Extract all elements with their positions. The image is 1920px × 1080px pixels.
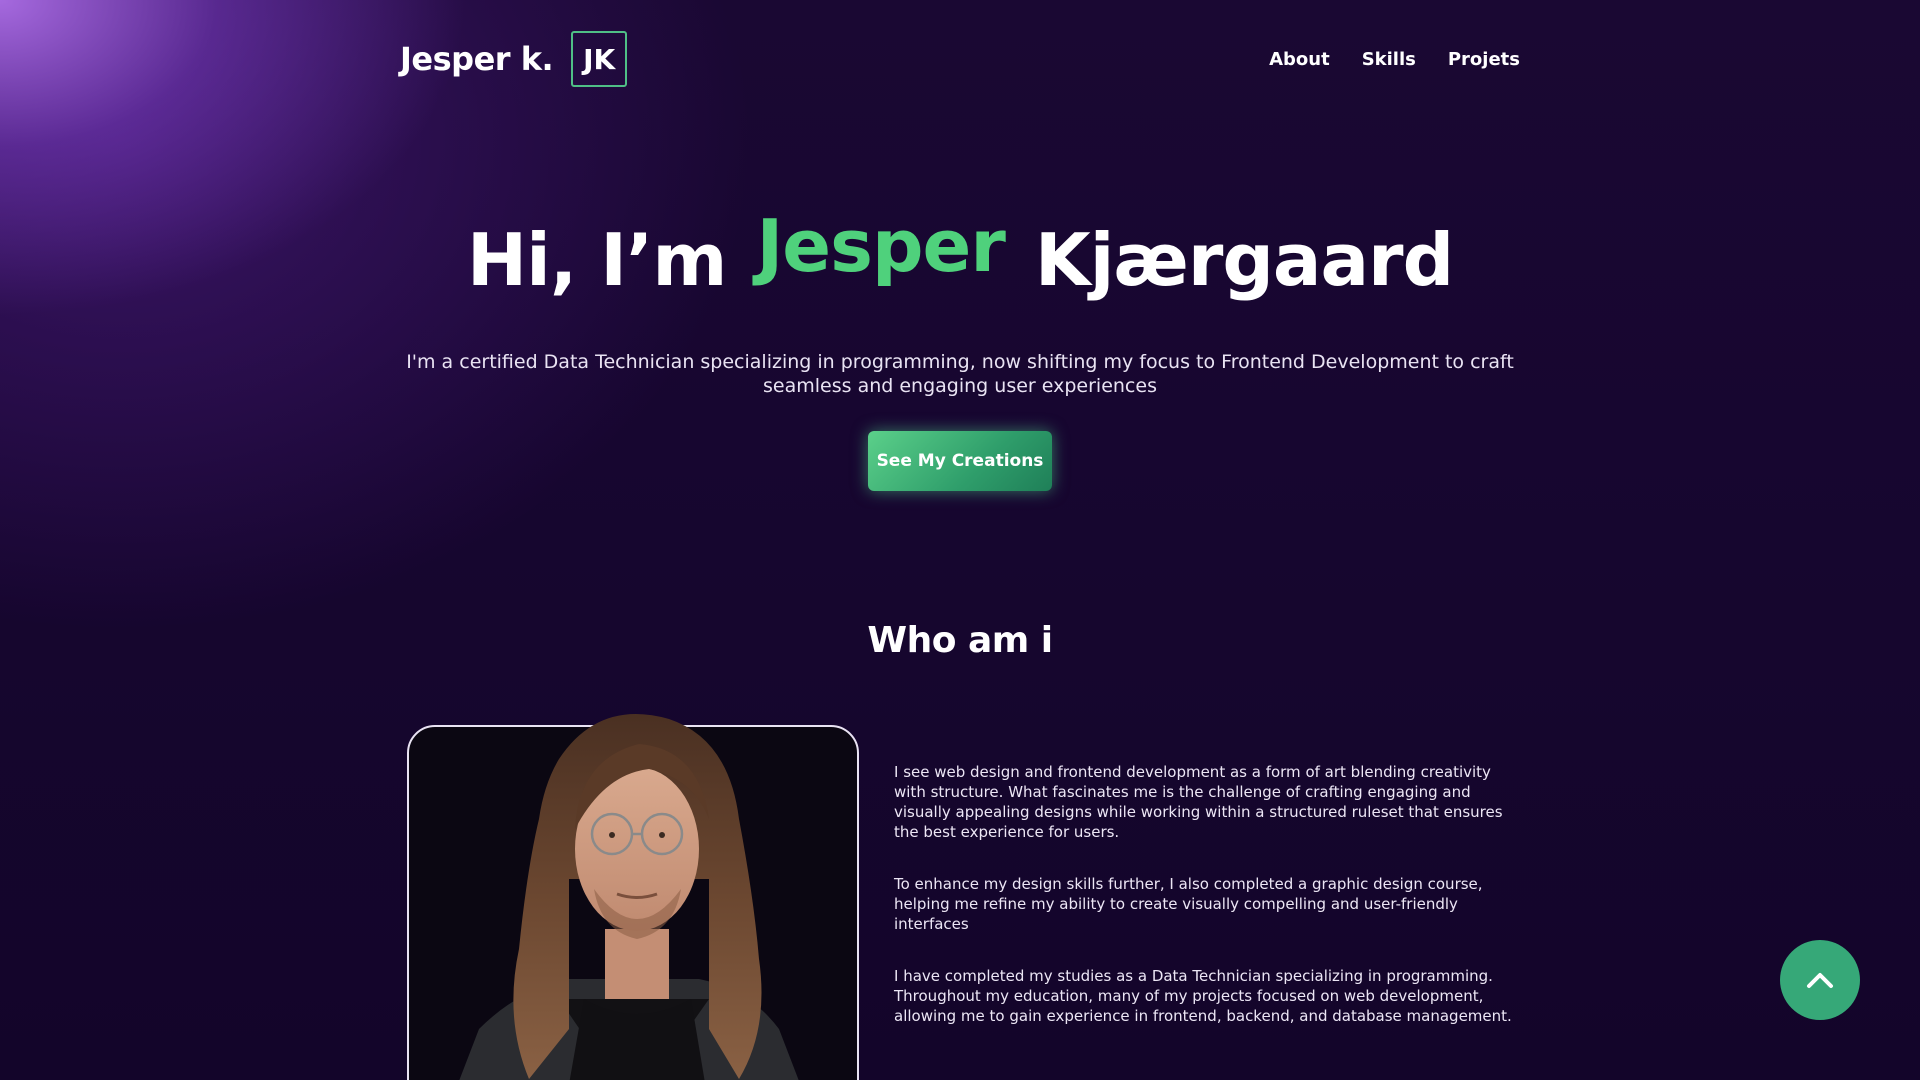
profile-photo	[459, 714, 799, 1080]
hero-title: Hi, I’m Jesper Kjærgaard	[0, 204, 1920, 305]
hero-title-suffix: Kjærgaard	[1034, 218, 1454, 302]
about-text: I see web design and frontend developmen…	[894, 762, 1524, 1058]
about-paragraph-3: I have completed my studies as a Data Te…	[894, 967, 1512, 1025]
nav-link-about[interactable]: About	[1269, 49, 1330, 70]
site-header: Jesper k. JK About Skills Projets	[400, 31, 1520, 87]
hero-title-prefix: Hi, I’m	[466, 218, 728, 302]
logo-badge: JK	[571, 31, 628, 87]
scroll-to-top-button[interactable]	[1780, 940, 1860, 1020]
logo-link[interactable]: Jesper k. JK	[400, 31, 628, 87]
see-my-creations-button[interactable]: See My Creations	[868, 431, 1052, 491]
about-paragraph-2: To enhance my design skills further, I a…	[894, 875, 1483, 933]
profile-photo-frame	[407, 714, 859, 1080]
page: Jesper k. JK About Skills Projets Hi, I’…	[0, 0, 1920, 1080]
about-paragraph-1: I see web design and frontend developmen…	[894, 763, 1503, 841]
about-section-title: Who am i	[867, 620, 1053, 661]
main-nav: About Skills Projets	[1269, 49, 1520, 70]
logo-text: Jesper k.	[400, 40, 554, 78]
nav-link-skills[interactable]: Skills	[1362, 49, 1416, 70]
chevron-up-icon	[1807, 973, 1833, 988]
nav-link-projects[interactable]: Projets	[1448, 49, 1520, 70]
hero-subtitle: I'm a certified Data Technician speciali…	[406, 351, 1514, 397]
hero-title-accent: Jesper	[756, 204, 1005, 288]
